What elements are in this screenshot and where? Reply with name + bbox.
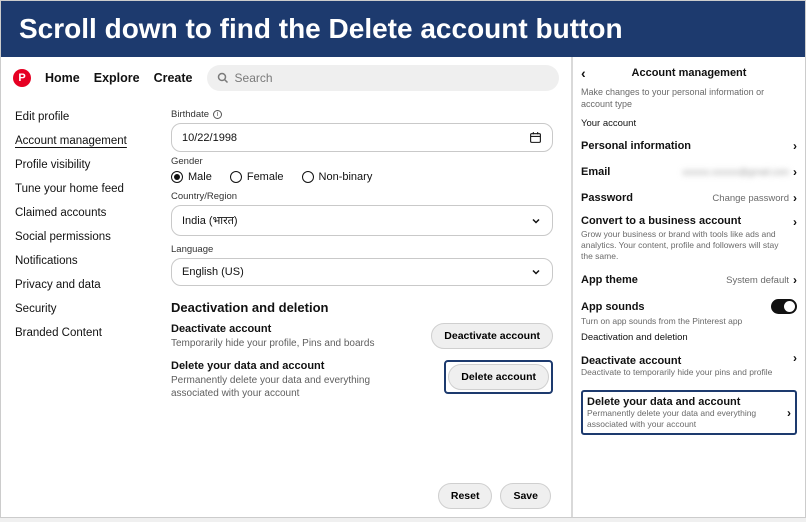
email-value-blurred: xxxxxx.xxxxxx@gmail.com	[682, 167, 789, 177]
form-footer: Reset Save	[438, 483, 551, 509]
gender-nonbinary[interactable]: Non-binary	[302, 171, 373, 183]
app-sounds-toggle[interactable]	[771, 299, 797, 314]
language-select[interactable]: English (US)	[171, 258, 553, 286]
mobile-password[interactable]: Password Change password›	[581, 185, 797, 211]
search-icon	[217, 72, 229, 84]
gender-label: Gender	[171, 156, 553, 167]
mobile-title: Account management	[632, 67, 747, 79]
pinterest-logo-icon[interactable]: P	[13, 69, 31, 87]
nav-home[interactable]: Home	[45, 71, 80, 85]
mobile-email[interactable]: Email xxxxxx.xxxxxx@gmail.com›	[581, 159, 797, 185]
radio-icon	[230, 171, 242, 183]
deactivate-desc: Temporarily hide your profile, Pins and …	[171, 337, 374, 350]
gender-radios: Male Female Non-binary	[171, 171, 553, 183]
chevron-right-icon: ›	[793, 191, 797, 205]
chevron-right-icon: ›	[793, 215, 797, 229]
mobile-desc: Make changes to your personal informatio…	[581, 87, 797, 110]
top-nav: P Home Explore Create Search	[9, 57, 563, 97]
sidebar-item-notifications[interactable]: Notifications	[15, 255, 145, 267]
deactivate-account-button[interactable]: Deactivate account	[431, 323, 553, 349]
info-icon[interactable]: i	[213, 110, 222, 119]
sidebar-item-edit-profile[interactable]: Edit profile	[15, 111, 145, 123]
mobile-app-sounds: App sounds	[581, 293, 797, 316]
instruction-banner: Scroll down to find the Delete account b…	[1, 1, 805, 57]
mobile-app-theme[interactable]: App theme System default›	[581, 267, 797, 293]
deactivation-section-heading: Deactivation and deletion	[171, 300, 553, 315]
radio-icon	[171, 171, 183, 183]
mobile-convert-business[interactable]: Convert to a business account Grow your …	[581, 211, 797, 267]
chevron-down-icon	[530, 215, 542, 227]
chevron-right-icon: ›	[793, 351, 797, 365]
back-icon[interactable]: ‹	[581, 65, 586, 81]
radio-icon	[302, 171, 314, 183]
calendar-icon	[529, 131, 542, 144]
delete-account-button[interactable]: Delete account	[448, 364, 549, 390]
save-button[interactable]: Save	[500, 483, 551, 509]
country-label: Country/Region	[171, 191, 553, 202]
mobile-deact-section: Deactivation and deletion	[581, 332, 797, 343]
sidebar-item-security[interactable]: Security	[15, 303, 145, 315]
chevron-down-icon	[530, 266, 542, 278]
language-label: Language	[171, 244, 553, 255]
chevron-right-icon: ›	[793, 165, 797, 179]
settings-form: Birthdate i 10/22/1998 Gender Male Femal…	[171, 105, 553, 410]
sidebar-item-social-permissions[interactable]: Social permissions	[15, 231, 145, 243]
mobile-panel: ‹ Account management Make changes to you…	[571, 57, 805, 517]
language-value: English (US)	[182, 266, 244, 278]
sidebar-item-claimed-accounts[interactable]: Claimed accounts	[15, 207, 145, 219]
banner-title: Scroll down to find the Delete account b…	[19, 13, 623, 44]
delete-title: Delete your data and account	[171, 360, 381, 372]
mobile-personal-info[interactable]: Personal information ›	[581, 133, 797, 159]
birthdate-field[interactable]: 10/22/1998	[171, 123, 553, 152]
gender-female[interactable]: Female	[230, 171, 284, 183]
chevron-right-icon: ›	[793, 139, 797, 153]
sidebar-item-profile-visibility[interactable]: Profile visibility	[15, 159, 145, 171]
deactivate-title: Deactivate account	[171, 323, 374, 335]
sidebar-item-account-management[interactable]: Account management	[15, 135, 145, 147]
gender-male[interactable]: Male	[171, 171, 212, 183]
search-placeholder: Search	[235, 71, 273, 85]
country-value: India (भारत)	[182, 213, 238, 228]
desktop-panel: P Home Explore Create Search Edit profil…	[1, 57, 571, 517]
delete-account-row: Delete your data and account Permanently…	[171, 360, 553, 400]
country-select[interactable]: India (भारत)	[171, 205, 553, 236]
search-input[interactable]: Search	[207, 65, 559, 91]
settings-sidebar: Edit profile Account management Profile …	[15, 105, 145, 410]
mobile-deactivate-account[interactable]: Deactivate account Deactivate to tempora…	[581, 347, 797, 388]
birthdate-label: Birthdate i	[171, 109, 553, 120]
reset-button[interactable]: Reset	[438, 483, 493, 509]
delete-highlight-box: Delete account	[444, 360, 553, 394]
app-sounds-desc: Turn on app sounds from the Pinterest ap…	[581, 316, 797, 326]
deactivate-account-row: Deactivate account Temporarily hide your…	[171, 323, 553, 350]
delete-desc: Permanently delete your data and everyth…	[171, 374, 381, 400]
sidebar-item-branded-content[interactable]: Branded Content	[15, 327, 145, 339]
sidebar-item-privacy-data[interactable]: Privacy and data	[15, 279, 145, 291]
chevron-right-icon: ›	[793, 273, 797, 287]
your-account-label: Your account	[581, 118, 797, 129]
chevron-right-icon: ›	[787, 406, 791, 420]
mobile-delete-highlight: Delete your data and account Permanently…	[581, 390, 797, 435]
mobile-delete-account[interactable]: Delete your data and account Permanently…	[587, 396, 791, 429]
sidebar-item-tune-home-feed[interactable]: Tune your home feed	[15, 183, 145, 195]
nav-create[interactable]: Create	[154, 71, 193, 85]
nav-explore[interactable]: Explore	[94, 71, 140, 85]
birthdate-value: 10/22/1998	[182, 132, 237, 144]
